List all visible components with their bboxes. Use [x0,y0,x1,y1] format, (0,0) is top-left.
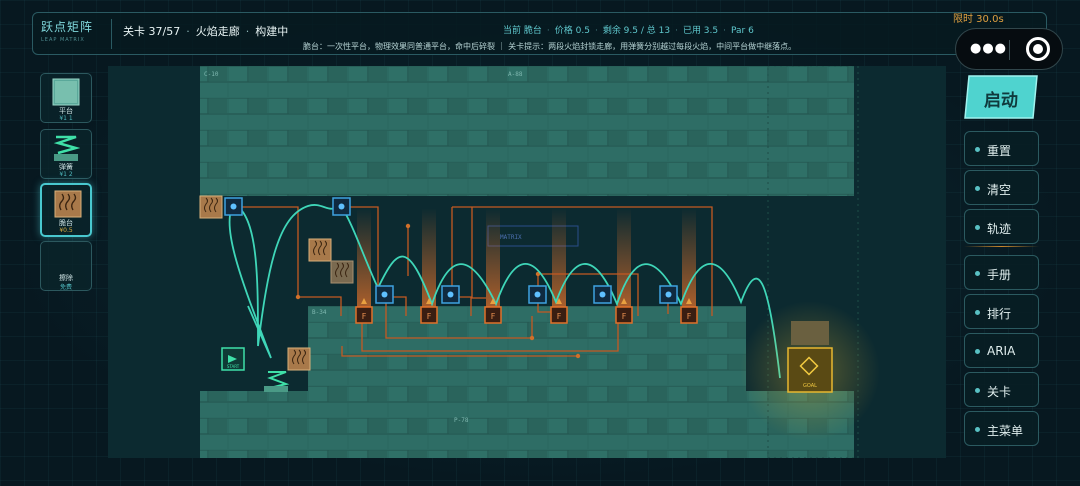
spring-icon [53,135,80,161]
manual-button[interactable]: 手册 [964,255,1039,290]
aria-label: ARIA [987,344,1016,358]
level-info: 关卡 37/57 · 火焰走廊 · 构建中 [123,23,288,39]
eraser-icon [52,246,80,274]
sector-label: A-88 [508,71,523,78]
capsule-divider [1009,40,1010,60]
manual-label: 手册 [987,268,1012,282]
level-name: 火焰走廊 [195,25,240,38]
logo-divider [111,19,112,49]
levels-button[interactable]: 关卡 [964,372,1039,407]
miniprogram-capsule: ●●● [955,28,1063,70]
bullet-icon [975,225,980,230]
timer: 限时 30.0s [953,14,1004,25]
separator-dot: · [546,26,550,36]
sector-label: C-10 [204,71,219,78]
par-value: Par 6 [731,26,754,36]
separator-dot: · [594,26,598,36]
goal-pedestal [791,321,829,345]
bullet-icon [975,271,980,276]
main-menu-label: 主菜单 [987,424,1024,438]
chip-label: MATRIX [500,234,522,241]
fire-emitter-label: F [491,312,496,321]
stats-bar: 当前 脆台 · 价格 0.5 · 剩余 9.5 / 总 13 · 已用 3.5 · Par 6 [503,23,754,36]
palette-item-price: ¥1 1 [59,115,73,122]
separator-dot: · [245,25,250,38]
levels-label: 关卡 [987,385,1012,399]
main-menu-button[interactable]: 主菜单 [964,411,1039,446]
aria-button[interactable]: ARIA [964,333,1039,368]
separator-dot: · [723,26,726,36]
platform-icon [52,78,80,106]
fragile-platform-icon [54,190,82,218]
logo-subtitle: LEAP MATRIX [41,37,85,43]
clear-button[interactable]: 清空 [964,170,1039,205]
palette-item-price: ¥1 2 [59,171,73,178]
build-status: 构建中 [255,25,289,38]
goal: GOAL [787,347,833,393]
fire-emitter-label: F [427,312,432,321]
bullet-icon [975,310,980,315]
separator-dot: · [675,26,678,36]
separator-dot: · [186,25,190,38]
fire-emitter-label: F [687,312,692,321]
leaderboard-button[interactable]: 排行 [964,294,1039,329]
sector-label: P-78 [454,417,469,424]
fire-emitter-label: F [362,312,367,321]
board-canvas[interactable]: C-10 A-88 B-34 P-78 MATRIX F F F F F F S… [108,66,946,458]
game-board[interactable]: C-10 A-88 B-34 P-78 MATRIX F F F F F F S… [108,66,946,458]
piece-description: 脆台：一次性平台，物理效果同普通平台，命中后碎裂 ｜ 关卡提示：两段火焰封锁走廊… [303,42,797,51]
ceiling-block [200,66,854,196]
start-button-label: 启动 [984,91,1018,111]
current-piece: 当前 脆台 [503,26,542,36]
level-number: 关卡 37/57 [123,25,181,38]
goal-label: GOAL [803,383,817,389]
more-icon[interactable]: ●●● [970,41,1007,56]
trajectory-label: 轨迹 [987,222,1012,236]
palette-item-fragile-platform[interactable]: 脆台 ¥0.5 [40,183,92,237]
fire-emitter-label: F [557,312,562,321]
bullet-icon [975,427,980,432]
start-label: START [227,364,240,369]
start-point: START [221,347,245,371]
bullet-icon [975,147,980,152]
top-bar: 跃点矩阵 LEAP MATRIX 关卡 37/57 · 火焰走廊 · 构建中 当前 脆台… [32,12,1047,55]
trajectory-button[interactable]: 轨迹 [964,209,1039,244]
close-target-icon[interactable] [1026,37,1050,61]
fire-emitter-label: F [622,312,627,321]
clear-label: 清空 [987,183,1012,197]
palette-item-eraser[interactable]: 擦除 免费 [40,241,92,291]
sector-label: B-34 [312,309,327,316]
palette-item-price: 免费 [59,284,72,291]
bullet-icon [975,388,980,393]
piece-price: 价格 0.5 [554,26,590,36]
palette-item-price: ¥0.5 [59,227,73,234]
reset-label: 重置 [987,144,1012,158]
logo-title: 跃点矩阵 [41,20,94,34]
start-button[interactable]: 启动 [963,74,1039,120]
reset-button[interactable]: 重置 [964,131,1039,166]
leaderboard-label: 排行 [987,307,1012,321]
bullet-icon [975,186,980,191]
budget-used: 已用 3.5 [682,26,719,36]
palette-item-platform[interactable]: 平台 ¥1 1 [40,73,92,123]
logo: 跃点矩阵 LEAP MATRIX [41,18,111,43]
budget-remaining: 剩余 9.5 / 总 13 [602,26,671,36]
palette-item-spring[interactable]: 弹簧 ¥1 2 [40,129,92,179]
menu-divider [964,246,1039,247]
bullet-icon [975,349,980,354]
